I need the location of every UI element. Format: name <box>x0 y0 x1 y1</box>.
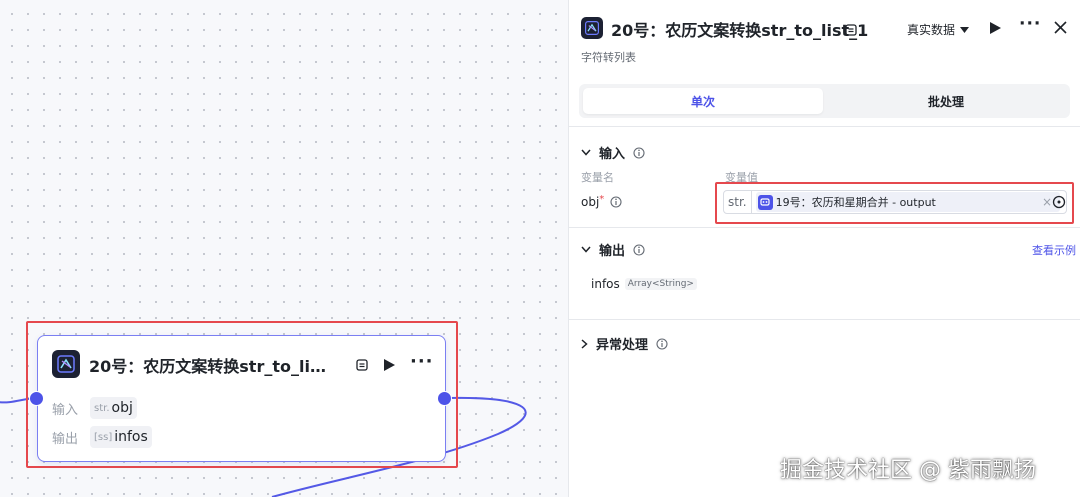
node-input-label: 输入 <box>52 402 79 418</box>
divider <box>569 227 1080 228</box>
node-logo-icon <box>52 350 80 378</box>
info-icon[interactable] <box>633 243 645 256</box>
panel-logo-icon <box>581 17 603 39</box>
info-icon[interactable] <box>633 146 645 159</box>
document-icon[interactable] <box>845 21 857 40</box>
input-section-header[interactable]: 输入 <box>581 143 645 162</box>
divider <box>569 126 1080 127</box>
tab-single[interactable]: 单次 <box>583 88 823 114</box>
node-input-row: 输入 str. obj <box>52 397 137 419</box>
var-type-selector[interactable]: str. <box>724 191 752 213</box>
input-var-name: obj <box>581 195 600 209</box>
run-mode-tabs: 单次 批处理 <box>579 84 1070 118</box>
panel-title: 20号：农历文案转换str_to_list_1 <box>611 21 869 40</box>
node-reference-icon <box>757 194 773 210</box>
node-output-row: 输出 [ss] infos <box>52 426 152 448</box>
view-example-link[interactable]: 查看示例 <box>1032 242 1076 258</box>
node-config-panel: 20号：农历文案转换str_to_list_1 真实数据 ··· 字符转列表 单… <box>568 0 1080 497</box>
output-section-title: 输出 <box>599 244 626 259</box>
chevron-down-icon[interactable] <box>581 149 591 156</box>
required-mark: * <box>599 193 605 205</box>
chevron-right-icon[interactable] <box>581 338 588 349</box>
workflow-node-card[interactable]: 20号：农历文案转换str_to_li… ··· 输入 str. obj 输出 … <box>29 335 452 462</box>
more-options-icon[interactable]: ··· <box>410 351 434 372</box>
caret-down-icon <box>960 26 970 33</box>
node-output-label: 输出 <box>52 431 79 447</box>
input-section-title: 输入 <box>599 147 626 162</box>
clear-icon[interactable]: × <box>1042 195 1052 209</box>
watermark-text: 掘金技术社区 @ 紫雨飘扬 <box>780 458 1036 483</box>
node-input-name: obj <box>111 400 133 416</box>
output-section-header[interactable]: 输出 <box>581 240 645 259</box>
close-icon[interactable] <box>1054 19 1067 38</box>
panel-subtitle: 字符转列表 <box>581 51 636 64</box>
array-type-icon: [ss] <box>94 431 113 443</box>
node-title: 20号：农历文案转换str_to_li… <box>89 357 326 376</box>
node-output-name: infos <box>114 429 148 445</box>
data-source-select[interactable]: 真实数据 <box>907 21 970 38</box>
run-node-button[interactable] <box>382 357 396 376</box>
output-port[interactable] <box>437 391 452 406</box>
var-name-column-header: 变量名 <box>581 171 614 184</box>
output-var-name: infos <box>591 277 620 291</box>
info-icon[interactable] <box>610 196 622 208</box>
chevron-down-icon[interactable] <box>581 246 591 253</box>
data-source-value: 真实数据 <box>907 23 956 37</box>
run-node-button[interactable] <box>989 20 1002 39</box>
exception-section-header[interactable]: 异常处理 <box>581 334 668 353</box>
input-port[interactable] <box>29 391 44 406</box>
node-output-tag: [ss] infos <box>90 426 152 448</box>
exception-section-title: 异常处理 <box>596 338 649 353</box>
output-var-row: infos Array<String> <box>591 277 697 291</box>
var-reference-text: 19号：农历和星期合并 - output <box>775 196 936 209</box>
more-options-icon[interactable]: ··· <box>1019 14 1041 34</box>
tab-batch[interactable]: 批处理 <box>826 88 1066 114</box>
divider <box>569 319 1080 320</box>
output-var-type: Array<String> <box>624 278 697 290</box>
workflow-canvas[interactable]: 20号：农历文案转换str_to_li… ··· 输入 str. obj 输出 … <box>0 0 568 497</box>
document-icon[interactable] <box>356 356 368 375</box>
string-type-icon: str. <box>94 402 110 414</box>
info-icon[interactable] <box>656 337 668 350</box>
target-icon[interactable] <box>1052 194 1066 213</box>
node-input-tag: str. obj <box>90 397 137 419</box>
var-value-input[interactable]: str. 19号：农历和星期合并 - output × <box>723 190 1067 214</box>
input-var-label: obj * <box>581 193 622 209</box>
var-reference-tag[interactable]: 19号：农历和星期合并 - output <box>755 192 1060 212</box>
